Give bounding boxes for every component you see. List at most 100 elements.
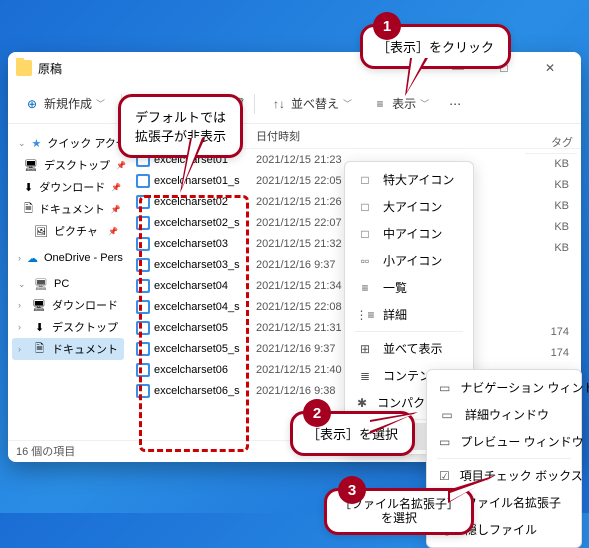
menu-icon: ⊞ [357, 341, 373, 357]
folder-icon: 🗎 [33, 342, 46, 356]
menu-icon: ≡ [357, 280, 373, 296]
label: 並べて表示 [383, 340, 443, 357]
new-button[interactable]: ⊕ 新規作成 ﹀ [16, 91, 113, 116]
menu-icon: ▭ [439, 407, 455, 423]
sidebar-item[interactable]: ⬇ダウンロード📌 [12, 176, 124, 198]
file-icon [136, 384, 150, 398]
sidebar: ⌄ ★ クイック アクセス 🖥デスクトップ📌 ⬇ ダウンロード 📌 🗎 ドキュメント 📌 🖼ピ… [8, 124, 128, 440]
size-cell: KB [529, 219, 573, 240]
menu-icon: □ [357, 226, 373, 242]
folder-icon [16, 60, 32, 76]
folder-icon: ⬇ [33, 320, 46, 334]
show-pane-item[interactable]: ▭ナビゲーション ウィンドウ [431, 374, 577, 401]
sidebar-onedrive[interactable]: › ☁ OneDrive - Pers [12, 248, 124, 268]
file-icon [136, 216, 150, 230]
view-button[interactable]: ≡ 表示 ﹀ [364, 91, 437, 116]
label: OneDrive - Pers [44, 252, 123, 264]
separator [254, 94, 255, 114]
size-cell: KB [529, 198, 573, 219]
sort-button[interactable]: ↑↓ 並べ替え ﹀ [263, 91, 360, 116]
more-button[interactable]: ⋯ [441, 93, 469, 115]
show-pane-item[interactable]: ▭プレビュー ウィンドウ [431, 428, 577, 455]
file-name: excelcharset05 [154, 322, 228, 334]
plus-icon: ⊕ [24, 96, 40, 112]
label: ドキュメント [52, 341, 118, 357]
sidebar-quick-access[interactable]: ⌄ ★ クイック アクセス [12, 132, 124, 154]
label: クイック アクセス [47, 135, 128, 151]
sidebar-pc[interactable]: ⌄ 🖥 PC [12, 274, 124, 294]
chevron-down-icon: ⌄ [18, 138, 26, 149]
label: 大アイコン [383, 198, 442, 215]
badge-1: 1 [373, 12, 401, 40]
label: 詳細 [383, 306, 407, 323]
pc-icon: 🖥 [34, 277, 48, 291]
chevron-right-icon: › [18, 253, 21, 263]
sidebar-item[interactable]: ›🖥ダウンロード [12, 294, 124, 316]
file-icon [136, 258, 150, 272]
chevron-right-icon: › [18, 300, 26, 310]
badge-2: 2 [303, 399, 331, 427]
pin-icon: 📌 [111, 183, 121, 192]
sort-icon: ↑↓ [271, 96, 287, 112]
show-option-item[interactable]: ☑項目チェック ボックス [431, 462, 577, 489]
menu-icon: ≣ [357, 368, 373, 384]
view-size-item[interactable]: □ 大アイコン [349, 193, 469, 220]
label: ドキュメント [39, 201, 105, 217]
file-icon [136, 363, 150, 377]
star-icon: ★ [32, 136, 42, 150]
label: 隠しファイル [465, 521, 537, 538]
size-cell: 174 [529, 345, 573, 366]
file-icon [136, 321, 150, 335]
file-icon [136, 300, 150, 314]
file-name: excelcharset06_s [154, 385, 240, 397]
label: 詳細ウィンドウ [465, 406, 549, 423]
menu-icon: □ [357, 199, 373, 215]
sidebar-item[interactable]: 🖥デスクトップ📌 [12, 154, 124, 176]
file-name: excelcharset04_s [154, 301, 240, 313]
label: ダウンロード [39, 179, 105, 195]
pin-icon: 📌 [111, 205, 121, 214]
view-size-item[interactable]: ⋮≡詳細 [349, 301, 469, 328]
folder-icon: 🖥 [24, 158, 38, 172]
sidebar-item[interactable]: 🗎ドキュメント📌 [12, 198, 124, 220]
file-icon [136, 195, 150, 209]
show-pane-item[interactable]: ▭ 詳細ウィンドウ [431, 401, 577, 428]
folder-icon: 🖥 [32, 298, 46, 312]
folder-icon: 🖼 [34, 224, 48, 238]
separator [437, 458, 571, 459]
file-name: excelcharset04 [154, 280, 228, 292]
close-button[interactable]: ✕ [527, 52, 573, 84]
file-name: excelcharset01_s [154, 175, 240, 187]
menu-icon: □ [357, 172, 373, 188]
sidebar-item[interactable]: ›⬇デスクトップ [12, 316, 124, 338]
size-cell: KB [529, 177, 573, 198]
menu-icon: ▭ [439, 434, 450, 450]
cloud-icon: ☁ [27, 251, 38, 265]
sidebar-item[interactable]: › 🗎 ドキュメント [12, 338, 124, 360]
view-layout-item[interactable]: ⊞ 並べて表示 [349, 335, 469, 362]
file-icon [136, 342, 150, 356]
chevron-down-icon: ﹀ [96, 97, 105, 110]
size-cell [529, 261, 573, 282]
file-name: excelcharset02 [154, 196, 228, 208]
sidebar-item[interactable]: 🖼ピクチャ📌 [12, 220, 124, 242]
file-name: excelcharset03 [154, 238, 228, 250]
chevron-right-icon: › [18, 344, 27, 354]
view-size-item[interactable]: ≡ 一覧 [349, 274, 469, 301]
chevron-down-icon: ⌄ [18, 279, 28, 290]
view-size-item[interactable]: ▫▫小アイコン [349, 247, 469, 274]
col-date[interactable]: 日付時刻 [256, 128, 366, 144]
col-tag[interactable]: タグ [525, 132, 577, 154]
file-name: excelcharset05_s [154, 343, 240, 355]
label: ファイル名拡張子 [465, 494, 561, 511]
menu-icon: ▭ [439, 380, 450, 396]
badge-3: 3 [338, 476, 366, 504]
file-name: excelcharset06 [154, 364, 228, 376]
view-size-item[interactable]: □中アイコン [349, 220, 469, 247]
menu-icon: ▫▫ [357, 253, 373, 269]
label: 一覧 [383, 279, 407, 296]
view-size-item[interactable]: □特大アイコン [349, 166, 469, 193]
size-cell: KB [529, 240, 573, 261]
view-icon: ≡ [372, 96, 388, 112]
separator [355, 331, 463, 332]
